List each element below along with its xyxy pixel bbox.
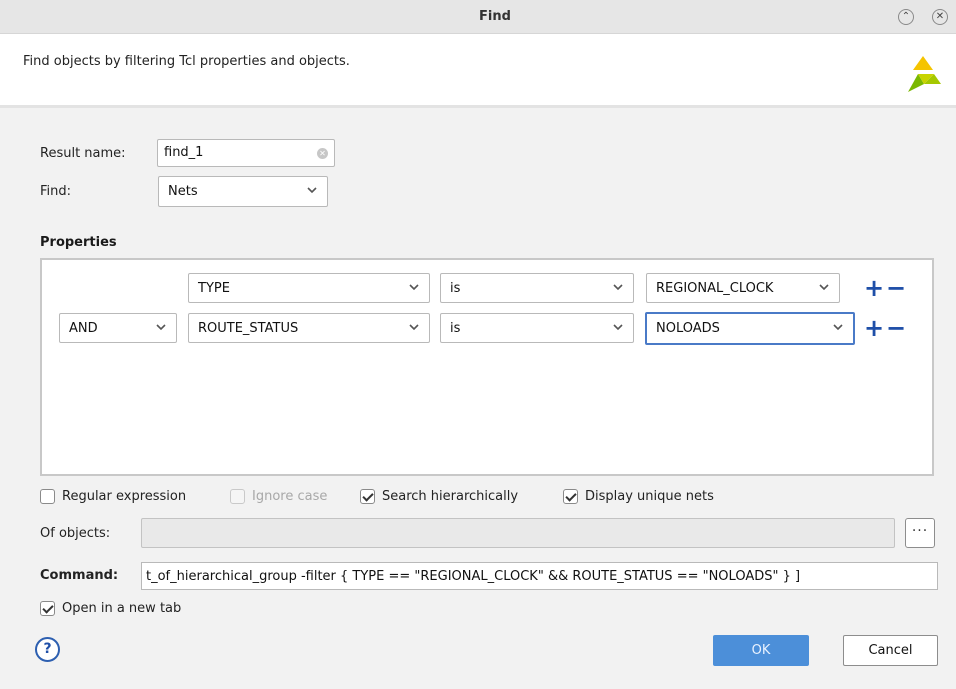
- checkbox-box[interactable]: [40, 600, 55, 616]
- chevron-down-icon: [407, 280, 421, 294]
- row-actions: + −: [864, 276, 908, 300]
- dialog-description: Find objects by filtering Tcl properties…: [23, 54, 350, 69]
- ignore-case-checkbox: Ignore case: [230, 486, 327, 506]
- chevron-down-icon: [154, 320, 168, 334]
- regular-expression-checkbox[interactable]: Regular expression: [40, 486, 186, 506]
- checkbox-box[interactable]: [563, 488, 578, 504]
- property-select[interactable]: TYPE: [188, 273, 430, 303]
- search-hierarchically-checkbox[interactable]: Search hierarchically: [360, 486, 518, 506]
- value-select[interactable]: NOLOADS: [645, 312, 855, 345]
- result-name-value: find_1: [164, 145, 204, 160]
- plus-icon[interactable]: +: [864, 276, 884, 300]
- open-new-tab-checkbox[interactable]: Open in a new tab: [40, 598, 181, 618]
- chevron-down-icon: [407, 320, 421, 334]
- result-name-input[interactable]: find_1 ✕: [157, 139, 335, 167]
- minus-icon[interactable]: −: [886, 316, 906, 340]
- value-select[interactable]: REGIONAL_CLOCK: [646, 273, 840, 303]
- logic-value: AND: [69, 321, 98, 336]
- window-title: Find: [479, 9, 511, 24]
- chevron-down-icon: [611, 320, 625, 334]
- property-value: TYPE: [198, 281, 230, 296]
- chevron-down-icon: [817, 280, 831, 294]
- of-objects-input[interactable]: [141, 518, 895, 548]
- close-icon[interactable]: ✕: [932, 9, 948, 25]
- property-value: ROUTE_STATUS: [198, 321, 299, 336]
- operator-value: is: [450, 321, 461, 336]
- command-field[interactable]: t_of_hierarchical_group -filter { TYPE =…: [141, 562, 938, 590]
- search-hierarchically-label: Search hierarchically: [382, 488, 519, 504]
- result-name-label: Result name:: [40, 146, 126, 161]
- operator-select[interactable]: is: [440, 273, 634, 303]
- plus-icon[interactable]: +: [864, 316, 884, 340]
- operator-value: is: [450, 281, 461, 296]
- command-label: Command:: [40, 568, 119, 583]
- ignore-case-label: Ignore case: [252, 488, 328, 504]
- checkbox-box[interactable]: [40, 488, 55, 504]
- find-type-select[interactable]: Nets: [158, 176, 328, 207]
- properties-heading: Properties: [40, 235, 117, 250]
- chevron-down-icon: [831, 320, 845, 334]
- cancel-button[interactable]: Cancel: [843, 635, 938, 666]
- minus-icon[interactable]: −: [886, 276, 906, 300]
- ok-button[interactable]: OK: [713, 635, 809, 666]
- app-logo: [908, 56, 941, 92]
- collapse-icon[interactable]: ⌃: [898, 9, 914, 25]
- property-select[interactable]: ROUTE_STATUS: [188, 313, 430, 343]
- find-type-value: Nets: [168, 184, 198, 199]
- dialog-header: Find objects by filtering Tcl properties…: [0, 34, 956, 108]
- display-unique-nets-checkbox[interactable]: Display unique nets: [563, 486, 714, 506]
- value-value: REGIONAL_CLOCK: [656, 281, 774, 296]
- find-label: Find:: [40, 184, 72, 199]
- logic-select[interactable]: AND: [59, 313, 177, 343]
- checkbox-box: [230, 488, 245, 504]
- open-new-tab-label: Open in a new tab: [62, 600, 182, 616]
- checkbox-box[interactable]: [360, 488, 375, 504]
- regular-expression-label: Regular expression: [62, 488, 187, 504]
- value-value: NOLOADS: [656, 321, 720, 336]
- operator-select[interactable]: is: [440, 313, 634, 343]
- row-actions: + −: [864, 316, 908, 340]
- help-icon[interactable]: ?: [35, 637, 60, 662]
- clear-icon[interactable]: ✕: [317, 148, 328, 159]
- of-objects-label: Of objects:: [40, 526, 111, 541]
- window-titlebar: Find ⌃ ✕: [0, 0, 956, 34]
- ellipsis-icon[interactable]: ···: [905, 518, 935, 548]
- chevron-down-icon: [611, 280, 625, 294]
- chevron-down-icon: [305, 183, 319, 197]
- display-unique-nets-label: Display unique nets: [585, 488, 714, 504]
- command-value: t_of_hierarchical_group -filter { TYPE =…: [146, 569, 801, 584]
